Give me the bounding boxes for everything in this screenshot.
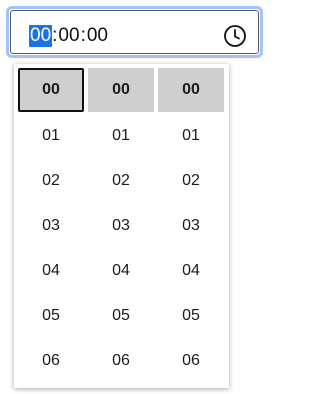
hours-segment[interactable]: 00 bbox=[29, 25, 53, 47]
time-picker-dropdown: 00 01 02 03 04 05 06 00 01 02 03 04 05 06 00 01 02 03 04… bbox=[14, 64, 229, 388]
seconds-option[interactable]: 06 bbox=[158, 338, 224, 383]
minutes-option[interactable]: 06 bbox=[88, 338, 154, 383]
minutes-segment[interactable]: 00 bbox=[57, 25, 80, 47]
seconds-option[interactable]: 05 bbox=[158, 293, 224, 338]
seconds-option[interactable]: 01 bbox=[158, 113, 224, 158]
minutes-column[interactable]: 00 01 02 03 04 05 06 bbox=[88, 68, 154, 383]
clock-icon bbox=[224, 25, 246, 47]
seconds-segment[interactable]: 00 bbox=[86, 25, 109, 47]
minutes-option[interactable]: 03 bbox=[88, 203, 154, 248]
hours-option[interactable]: 06 bbox=[18, 338, 84, 383]
hours-option[interactable]: 01 bbox=[18, 113, 84, 158]
minutes-option[interactable]: 04 bbox=[88, 248, 154, 293]
time-value[interactable]: 00:00:00 bbox=[29, 25, 109, 47]
minutes-option[interactable]: 01 bbox=[88, 113, 154, 158]
seconds-option[interactable]: 03 bbox=[158, 203, 224, 248]
hours-option[interactable]: 03 bbox=[18, 203, 84, 248]
time-input[interactable]: 00:00:00 bbox=[6, 6, 263, 58]
seconds-column[interactable]: 00 01 02 03 04 05 06 bbox=[158, 68, 224, 383]
seconds-option[interactable]: 02 bbox=[158, 158, 224, 203]
hours-option[interactable]: 05 bbox=[18, 293, 84, 338]
minutes-option[interactable]: 02 bbox=[88, 158, 154, 203]
seconds-option[interactable]: 04 bbox=[158, 248, 224, 293]
hours-option[interactable]: 00 bbox=[18, 68, 84, 112]
hours-column[interactable]: 00 01 02 03 04 05 06 bbox=[18, 68, 84, 383]
minutes-option[interactable]: 05 bbox=[88, 293, 154, 338]
minutes-option[interactable]: 00 bbox=[88, 68, 154, 112]
clock-picker-button[interactable] bbox=[222, 23, 248, 49]
hours-option[interactable]: 04 bbox=[18, 248, 84, 293]
seconds-option[interactable]: 00 bbox=[158, 68, 224, 112]
hours-option[interactable]: 02 bbox=[18, 158, 84, 203]
